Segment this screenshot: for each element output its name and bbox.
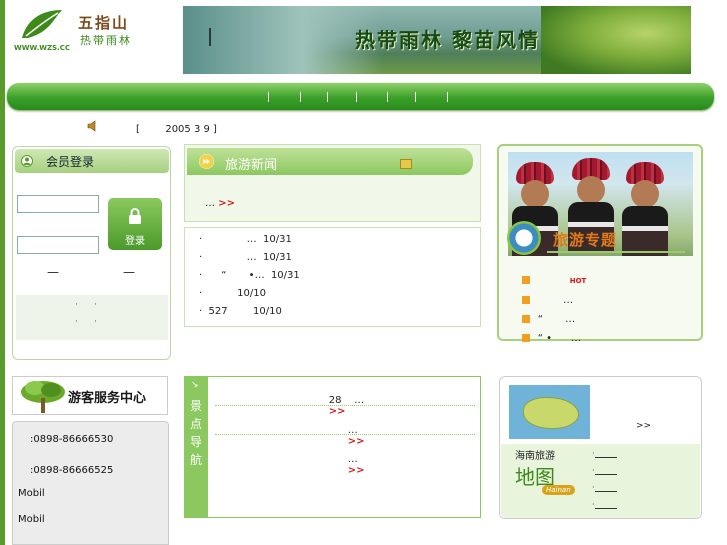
photo-person — [620, 162, 670, 256]
logo-title: 五指山 — [78, 14, 130, 32]
visitor-service-panel: :0898-86666530 :0898-86666525 Mobil Mobi… — [12, 421, 169, 545]
travel-topics-panel: 旅游专题 HOT … “ … “ • … — [497, 144, 703, 344]
travel-news-panel: 旅游新闻 … >> — [184, 144, 481, 222]
map-link[interactable]: · — [592, 483, 617, 492]
news-more-arrow: >> — [218, 198, 235, 209]
nav-separator — [415, 92, 416, 102]
island-shape — [523, 397, 579, 429]
scenic-nav-sidebar: ↘ 景点导航 — [185, 377, 208, 517]
main-nav-bar[interactable] — [7, 83, 714, 110]
list-item[interactable]: · 10/10 — [199, 288, 266, 299]
header-banner: 热带雨林 黎苗风情 — [183, 6, 691, 74]
list-item[interactable]: · … 10/31 — [199, 252, 292, 263]
member-login-title-bar: 会员登录 — [15, 149, 169, 173]
travel-news-title: 旅游新闻 — [225, 158, 278, 173]
banner-boat — [209, 28, 221, 46]
nav-separator — [356, 92, 357, 102]
speaker-icon — [87, 120, 96, 132]
map-more-link[interactable]: >> — [636, 421, 651, 431]
hainan-map-panel: >> 海南旅游 地图 Hainan · · · · — [499, 376, 702, 519]
banner-fern — [541, 6, 691, 74]
service-phone: :0898-86666525 — [30, 465, 114, 476]
dotted-divider — [215, 434, 475, 435]
leaf-logo-icon — [22, 10, 62, 38]
map-link-underline — [594, 501, 617, 509]
service-mobile: Mobil — [18, 488, 45, 499]
scenic-item-text: … — [347, 454, 358, 465]
topic-item-text: “ • … — [537, 333, 582, 344]
lock-icon — [129, 208, 141, 224]
forgot-password-link[interactable]: — — [123, 265, 135, 279]
logo-subtitle: 热带雨林 — [80, 34, 132, 47]
map-link[interactable]: · — [592, 466, 617, 475]
list-item[interactable]: · “ •… 10/31 — [199, 270, 300, 281]
travel-news-title-bar: 旅游新闻 — [187, 148, 473, 175]
site-logo[interactable]: 五指山 热带雨林 WWW.WZS.CC — [14, 6, 144, 52]
member-login-title: 会员登录 — [46, 155, 95, 169]
member-info-dot: · — [75, 300, 78, 310]
user-icon — [21, 155, 33, 167]
username-input[interactable] — [17, 195, 99, 213]
announcement-ticker[interactable]: [ 2005 3 9 ] — [136, 124, 217, 135]
map-link-underline — [594, 484, 617, 492]
nav-separator — [387, 92, 388, 102]
password-input[interactable] — [17, 236, 99, 254]
scenic-nav-panel: ↘ 景点导航 28 … >> … >> … >> — [184, 376, 481, 518]
service-phone: :0898-86666530 — [30, 434, 114, 445]
banner-slogan: 热带雨林 黎苗风情 — [355, 28, 540, 52]
map-label: 海南旅游 — [515, 451, 555, 462]
service-mobile: Mobil — [18, 514, 45, 525]
nav-separator — [447, 92, 448, 102]
arrow-bullet-icon — [521, 276, 530, 284]
fast-forward-icon — [199, 154, 214, 169]
topics-title-underline — [547, 251, 685, 253]
dotted-divider — [215, 405, 475, 406]
nav-separator — [268, 92, 269, 102]
map-sign: Hainan — [542, 485, 575, 495]
map-link-underline — [594, 450, 617, 458]
map-link-underline — [594, 467, 617, 475]
list-item[interactable]: · … 10/31 — [199, 234, 292, 245]
member-info-dot: · — [94, 300, 97, 310]
nav-separator — [327, 92, 328, 102]
scenic-item[interactable]: … >> — [335, 443, 365, 487]
tree-icon — [21, 381, 65, 413]
folder-icon[interactable] — [400, 159, 412, 169]
member-login-panel: 会员登录 登录 — — · · · · — [12, 146, 171, 360]
nav-separator — [300, 92, 301, 102]
member-info-dot: · — [75, 317, 78, 327]
news-more-text: … — [205, 198, 215, 209]
travel-topics-title: 旅游专题 — [553, 231, 618, 249]
login-button[interactable]: 登录 — [108, 198, 162, 250]
scenic-item-arrow: >> — [347, 465, 365, 476]
map-link[interactable]: · — [592, 449, 617, 458]
topic-item[interactable]: “ • … — [509, 322, 581, 355]
left-green-strip — [0, 0, 5, 545]
arrow-bullet-icon — [521, 334, 530, 342]
logo-url: WWW.WZS.CC — [14, 44, 71, 52]
news-more-link[interactable]: … >> — [205, 198, 235, 209]
login-button-label: 登录 — [125, 236, 145, 247]
member-info-dot: · — [94, 317, 97, 327]
map-thumbnail[interactable] — [509, 385, 590, 439]
scenic-nav-title: 景点导航 — [189, 399, 202, 467]
register-link[interactable]: — — [47, 265, 59, 279]
arrow-icon: ↘ — [191, 380, 199, 390]
map-link[interactable]: · — [592, 500, 617, 509]
visitor-service-header[interactable]: 游客服务中心 — [12, 376, 168, 415]
list-item[interactable]: · 527 10/10 — [199, 306, 282, 317]
globe-badge-icon — [507, 221, 541, 255]
member-info-box: · · · · — [16, 295, 168, 340]
news-list: · … 10/31 · … 10/31 · “ •… 10/31 · 10/10… — [184, 227, 481, 327]
visitor-service-title: 游客服务中心 — [68, 391, 147, 406]
